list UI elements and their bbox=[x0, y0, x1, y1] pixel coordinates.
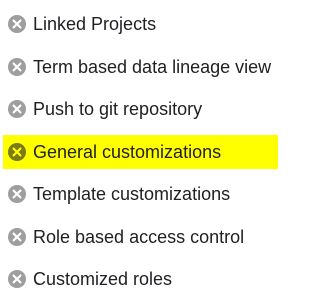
feature-label: Template customizations bbox=[33, 183, 231, 204]
x-circle-icon bbox=[8, 100, 26, 118]
feature-label: Role based access control bbox=[33, 226, 245, 247]
feature-item-term-based-data-lineage-view: Term based data lineage view bbox=[0, 50, 271, 84]
x-circle-icon bbox=[8, 143, 26, 161]
feature-item-push-to-git-repository: Push to git repository bbox=[0, 92, 202, 126]
feature-item-template-customizations: Template customizations bbox=[0, 177, 230, 211]
feature-label: Push to git repository bbox=[33, 98, 203, 119]
feature-item-role-based-access-control: Role based access control bbox=[0, 220, 244, 254]
feature-label: Customized roles bbox=[33, 268, 173, 289]
x-circle-icon bbox=[8, 185, 26, 203]
feature-label: Term based data lineage view bbox=[33, 56, 272, 77]
feature-item-linked-projects: Linked Projects bbox=[0, 7, 156, 41]
feature-label: General customizations bbox=[33, 141, 222, 162]
feature-item-general-customizations: General customizations bbox=[0, 135, 278, 169]
x-circle-icon bbox=[8, 270, 26, 288]
feature-item-customized-roles: Customized roles bbox=[0, 262, 172, 296]
x-circle-icon bbox=[8, 58, 26, 76]
feature-label: Linked Projects bbox=[33, 13, 157, 34]
x-circle-icon bbox=[8, 15, 26, 33]
x-circle-icon bbox=[8, 228, 26, 246]
